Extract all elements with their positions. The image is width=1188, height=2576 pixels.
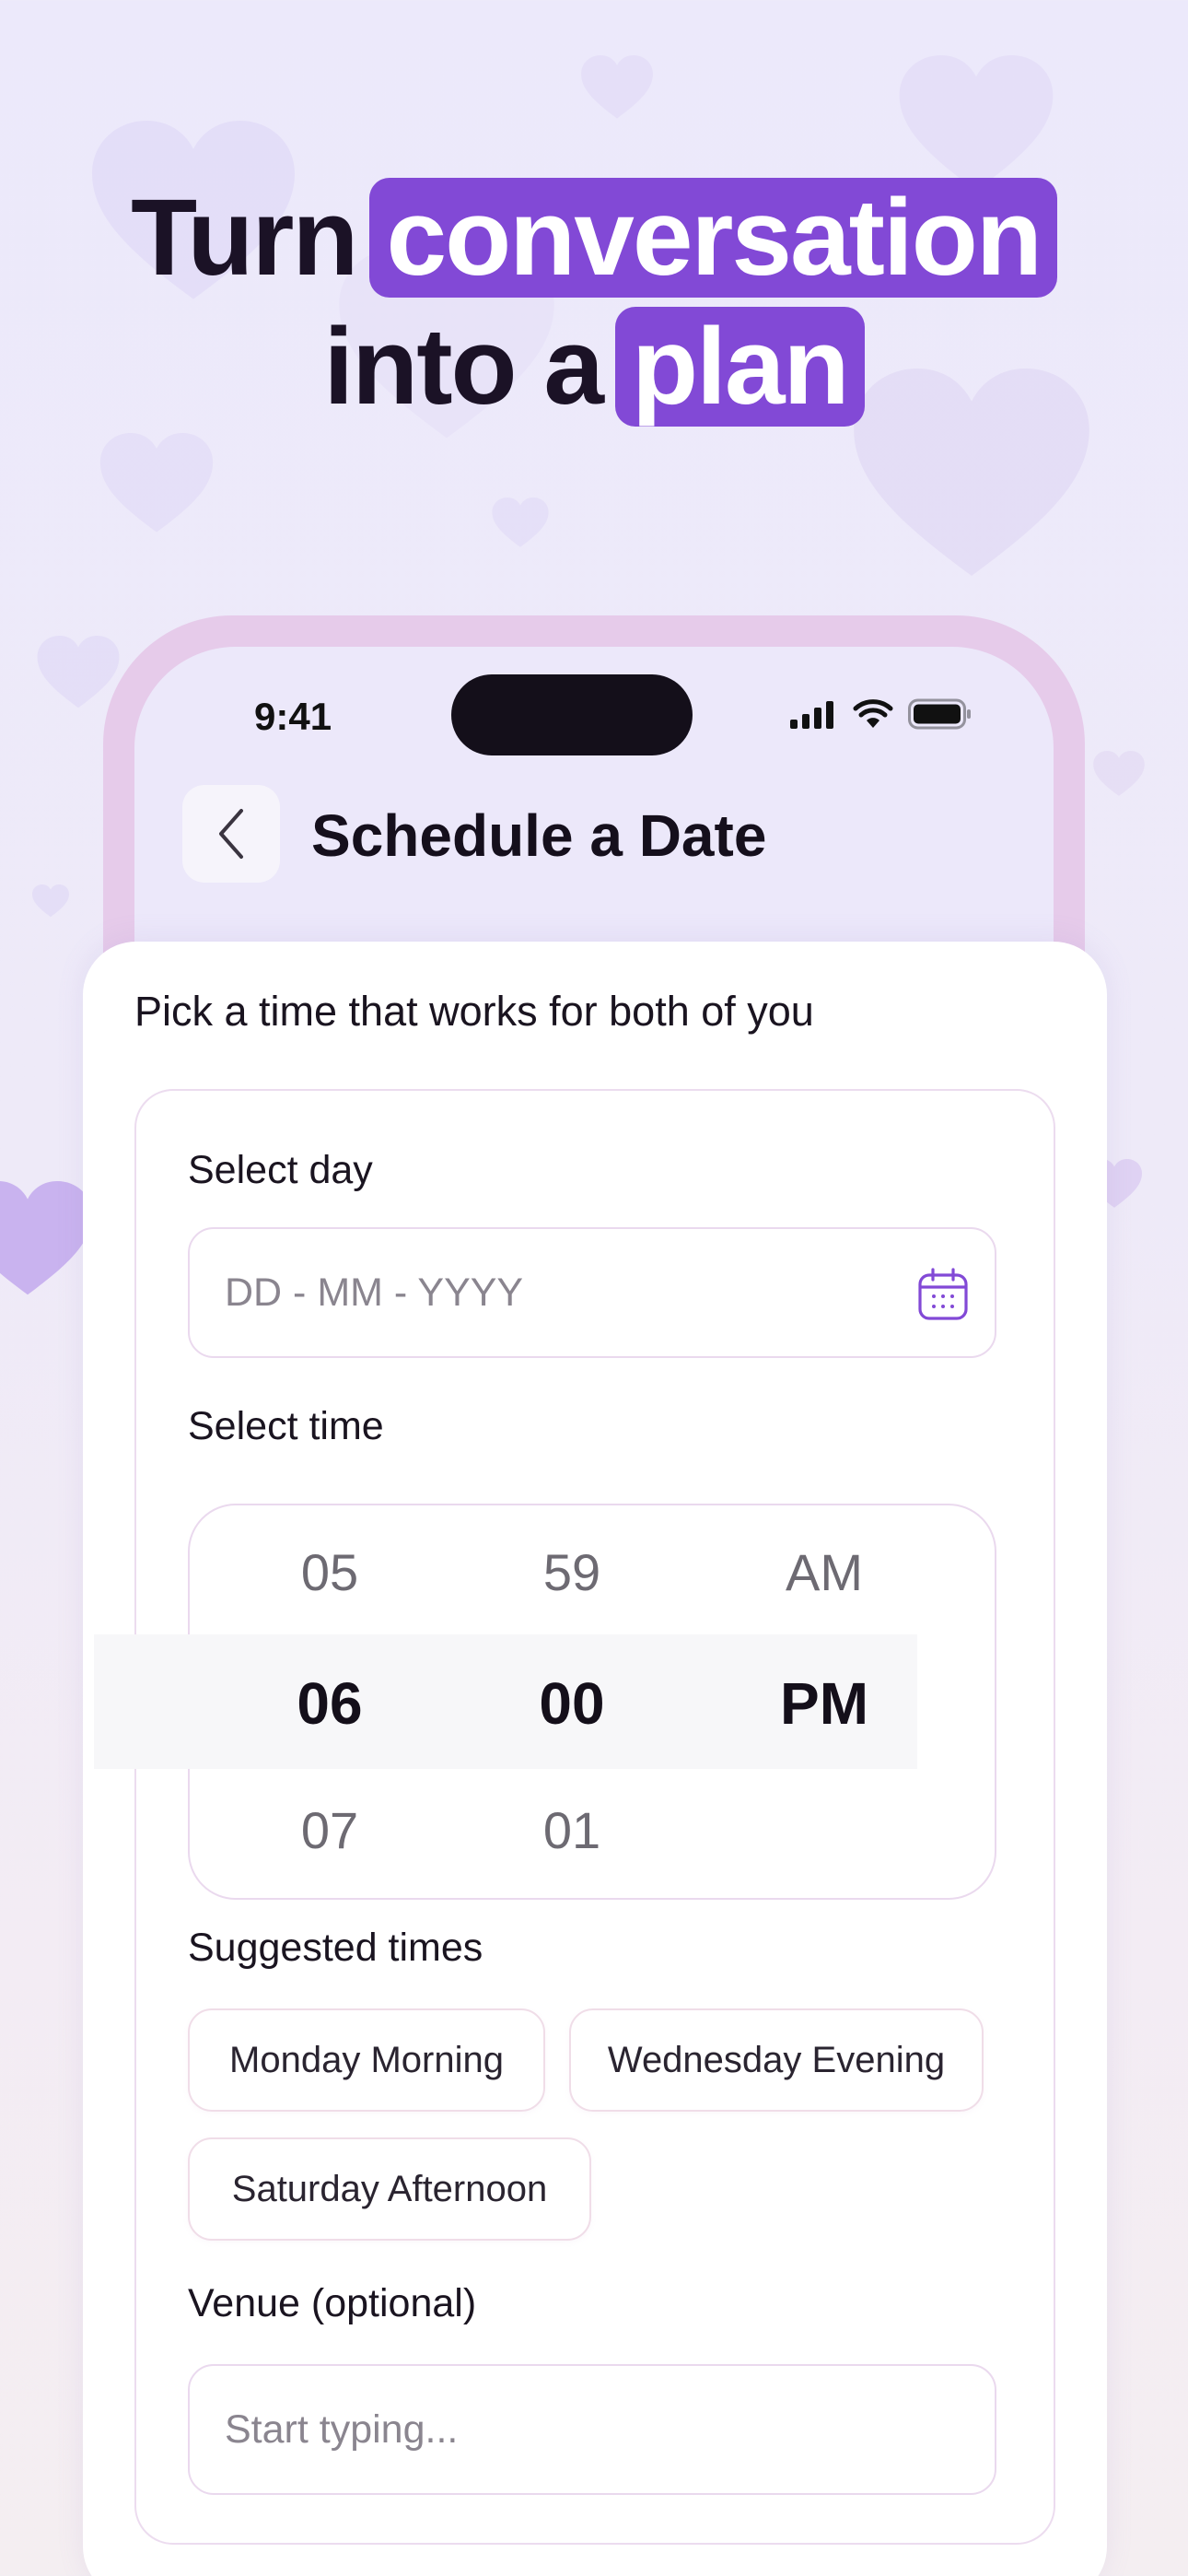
calendar-icon[interactable]	[917, 1268, 969, 1321]
suggested-times-label: Suggested times	[188, 1926, 483, 1970]
cellular-signal-icon	[790, 701, 833, 729]
hour-option[interactable]: 07	[238, 1800, 422, 1860]
background-heart-decoration	[1087, 751, 1151, 797]
suggested-time-chip[interactable]: Monday Morning	[188, 2008, 545, 2112]
headline-line-1: Turn conversation	[0, 173, 1188, 302]
back-button[interactable]	[182, 785, 280, 883]
status-icons	[790, 698, 973, 730]
minute-option[interactable]: 59	[480, 1542, 664, 1602]
background-heart-decoration	[576, 55, 658, 120]
period-option[interactable]: AM	[732, 1542, 916, 1602]
headline-text: into a	[323, 306, 604, 427]
background-heart-decoration	[28, 884, 74, 918]
background-heart-decoration	[0, 1179, 92, 1299]
headline-highlight: conversation	[369, 178, 1057, 298]
headline-highlight: plan	[615, 307, 865, 427]
background-heart-decoration	[83, 433, 230, 534]
card-subtitle: Pick a time that works for both of you	[134, 988, 814, 1035]
headline-text: Turn	[131, 177, 358, 299]
headline-line-2: into a plan	[0, 302, 1188, 431]
chevron-left-icon	[219, 809, 243, 859]
select-time-label: Select time	[188, 1404, 384, 1448]
period-selected[interactable]: PM	[732, 1669, 916, 1738]
suggested-time-chip[interactable]: Saturday Afternoon	[188, 2137, 591, 2241]
dynamic-island	[451, 674, 693, 755]
date-field[interactable]	[188, 1227, 996, 1358]
venue-input[interactable]	[225, 2406, 925, 2453]
venue-label: Venue (optional)	[188, 2281, 477, 2325]
status-time: 9:41	[254, 695, 332, 738]
minute-selected[interactable]: 00	[480, 1669, 664, 1738]
hour-selected[interactable]: 06	[238, 1669, 422, 1738]
select-day-label: Select day	[188, 1148, 373, 1192]
wifi-icon	[853, 699, 893, 728]
suggested-time-chip[interactable]: Wednesday Evening	[569, 2008, 984, 2112]
battery-icon	[908, 698, 971, 730]
hour-option[interactable]: 05	[238, 1542, 422, 1602]
headline: Turn conversation into a plan	[0, 173, 1188, 431]
venue-field[interactable]	[188, 2364, 996, 2495]
schedule-form: Select day Select time 05 06 07 59 00 01…	[94, 1089, 1055, 2545]
minute-option[interactable]: 01	[480, 1800, 664, 1860]
background-heart-decoration	[483, 498, 557, 548]
date-input[interactable]	[225, 1270, 925, 1316]
page-title: Schedule a Date	[311, 802, 767, 869]
schedule-card: Pick a time that works for both of you S…	[83, 942, 1107, 2576]
